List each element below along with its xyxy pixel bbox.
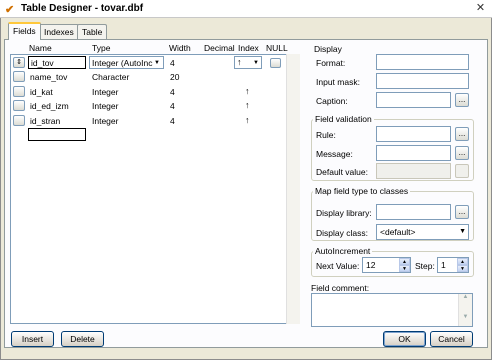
display-library-builder-button[interactable]: ... [455,205,469,219]
display-library-label: Display library: [316,208,372,218]
display-group-title: Display [314,44,342,54]
close-icon[interactable]: ✕ [473,2,488,16]
index-ascending-icon[interactable]: ↑ [245,115,250,125]
null-toggle-button[interactable] [270,58,281,68]
grid-vertical-scrollbar[interactable] [286,54,300,324]
row-mover-button[interactable] [13,86,25,97]
spin-up-icon[interactable]: ▲ [457,258,468,265]
field-width[interactable]: 20 [170,72,179,82]
field-name[interactable]: id_ed_izm [30,101,69,111]
chevron-down-icon[interactable]: ▼ [154,60,160,66]
format-input[interactable] [376,54,469,70]
default-value-input[interactable] [376,163,451,179]
spin-down-icon[interactable]: ▼ [457,265,468,272]
input-mask-label: Input mask: [316,77,360,87]
field-width[interactable]: 4 [170,87,175,97]
rule-label: Rule: [316,130,336,140]
column-header-name: Name [29,43,52,53]
field-type[interactable]: Character [92,72,129,82]
spin-up-icon[interactable]: ▲ [399,258,410,265]
next-value-spinner[interactable]: 12 ▲ ▼ [362,257,411,273]
delete-button[interactable]: Delete [61,331,104,347]
field-name-input[interactable]: id_tov [28,56,86,69]
default-value-builder-button[interactable] [455,164,469,178]
index-ascending-icon[interactable]: ↑ [245,100,250,110]
rule-builder-button[interactable]: ... [455,127,469,141]
column-header-index: Index [238,43,259,53]
autoincrement-title: AutoIncrement [313,246,373,256]
message-label: Message: [316,149,353,159]
message-builder-button[interactable]: ... [455,146,469,160]
column-header-decimal: Decimal [204,43,235,53]
row-mover-button[interactable] [13,100,25,111]
field-width[interactable]: 4 [170,116,175,126]
scroll-down-icon[interactable]: ▼ [459,314,472,320]
new-field-name-input[interactable] [28,128,86,141]
ok-button[interactable]: OK [383,331,426,347]
default-value-label: Default value: [316,167,368,177]
field-width[interactable]: 4 [170,101,175,111]
chevron-down-icon[interactable]: ▼ [459,228,466,235]
caption-label: Caption: [316,96,348,106]
index-ascending-icon[interactable]: ↑ [245,86,250,96]
caption-builder-button[interactable]: ... [455,93,469,107]
cancel-button[interactable]: Cancel [430,331,473,347]
comment-scrollbar[interactable]: ▲ ▼ [458,294,472,326]
title-bar: ✔ Table Designer - tovar.dbf ✕ [0,0,492,18]
insert-button[interactable]: Insert [11,331,54,347]
field-type[interactable]: Integer [92,87,118,97]
next-value-label: Next Value: [316,261,360,271]
chevron-down-icon[interactable]: ▼ [253,60,259,66]
row-mover-button[interactable]: ⇕ [13,57,25,68]
display-class-select[interactable]: <default> ▼ [376,224,469,240]
field-validation-title: Field validation [313,114,374,124]
field-comment-textarea[interactable]: ▲ ▼ [311,293,473,327]
field-comment-label: Field comment: [311,283,370,293]
caption-input[interactable] [376,92,451,108]
tab-fields[interactable]: Fields [8,22,41,40]
field-name[interactable]: name_tov [30,72,67,82]
field-width[interactable]: 4 [170,58,175,68]
tab-indexes[interactable]: Indexes [39,24,79,39]
field-name[interactable]: id_kat [30,87,53,97]
window-title: Table Designer - tovar.dbf [21,3,144,14]
index-ascending-icon: ↑ [237,57,242,67]
column-header-width: Width [169,43,191,53]
message-input[interactable] [376,145,451,161]
format-label: Format: [316,58,346,68]
rule-input[interactable] [376,126,451,142]
tab-table[interactable]: Table [77,24,108,39]
step-value: 1 [441,260,446,270]
map-field-type-title: Map field type to classes [313,186,411,196]
column-header-null: NULL [266,43,288,53]
next-value: 12 [366,260,376,270]
field-type[interactable]: Integer [92,116,118,126]
step-label: Step: [415,261,435,271]
field-type-select[interactable]: Integer (AutoInc [89,56,164,69]
step-spinner[interactable]: 1 ▲ ▼ [437,257,469,273]
input-mask-input[interactable] [376,73,469,89]
display-class-label: Display class: [316,228,368,238]
display-library-input[interactable] [376,204,451,220]
foxpro-app-icon: ✔ [5,4,15,16]
field-name[interactable]: id_stran [30,116,60,126]
row-mover-button[interactable] [13,71,25,82]
scroll-up-icon[interactable]: ▲ [459,294,472,300]
display-class-value: <default> [380,227,416,237]
field-type[interactable]: Integer [92,101,118,111]
spin-down-icon[interactable]: ▼ [399,265,410,272]
row-mover-button[interactable] [13,115,25,126]
column-header-type: Type [92,43,111,53]
fields-grid[interactable] [10,54,300,324]
